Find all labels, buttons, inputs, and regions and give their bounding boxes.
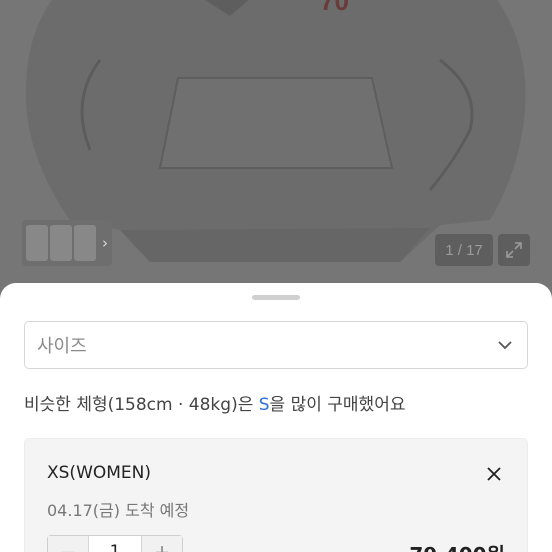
image-page-counter: 1 / 17 (435, 234, 493, 266)
recommendation-suffix: 을 많이 구매했어요 (269, 395, 406, 415)
increase-quantity-button[interactable]: + (142, 536, 182, 552)
chevron-right-icon[interactable]: › (102, 234, 108, 252)
remove-option-button[interactable] (483, 463, 505, 485)
thumbnail[interactable] (50, 225, 72, 261)
chevron-down-icon (498, 341, 512, 350)
size-recommendation: 비슷한 체형(158cm · 48kg)은 S을 많이 구매했어요 (24, 390, 405, 415)
size-dropdown[interactable]: 사이즈 (24, 321, 528, 369)
option-bottom-sheet: 사이즈 비슷한 체형(158cm · 48kg)은 S을 많이 구매했어요 XS… (0, 283, 552, 552)
thumbnail[interactable] (74, 225, 96, 261)
product-image-gallery[interactable]: 70 › 1 / 17 (0, 0, 552, 300)
expand-icon (506, 242, 522, 258)
quantity-stepper[interactable]: − 1 + (47, 535, 183, 552)
decrease-quantity-button[interactable]: − (48, 536, 88, 552)
option-price: 79,400원 (409, 539, 505, 552)
expand-button[interactable] (498, 234, 530, 266)
sheet-grabber-handle[interactable] (252, 295, 300, 300)
close-icon (487, 467, 501, 481)
selected-option-card: XS(WOMEN) 04.17(금) 도착 예정 − 1 + 79,400원 (24, 438, 528, 552)
recommended-size: S (258, 395, 270, 415)
svg-text:70: 70 (320, 0, 349, 16)
size-dropdown-label: 사이즈 (37, 336, 87, 357)
arrival-date: 04.17(금) 도착 예정 (47, 501, 190, 520)
option-name: XS(WOMEN) (47, 463, 152, 483)
thumbnail[interactable] (26, 225, 48, 261)
recommendation-prefix: 비슷한 체형(158cm · 48kg)은 (24, 395, 259, 415)
quantity-value[interactable]: 1 (88, 536, 142, 552)
thumbnail-strip[interactable]: › (22, 220, 112, 266)
